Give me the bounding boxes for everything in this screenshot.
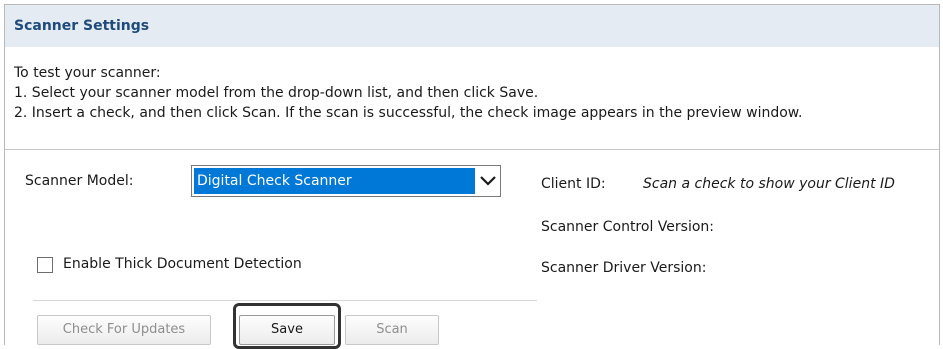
scanner-driver-version-label: Scanner Driver Version:	[541, 260, 707, 276]
panel-title: Scanner Settings	[14, 18, 150, 34]
scanner-control-version-label: Scanner Control Version:	[541, 219, 714, 235]
client-id-value: Scan a check to show your Client ID	[643, 176, 895, 192]
chevron-down-icon[interactable]	[476, 166, 500, 196]
client-id-label: Client ID:	[541, 176, 606, 192]
instructions-step-1: 1. Select your scanner model from the dr…	[14, 85, 539, 101]
buttons-divider	[33, 300, 537, 301]
check-for-updates-button[interactable]: Check For Updates	[37, 315, 211, 345]
section-divider	[5, 149, 939, 150]
thick-document-label: Enable Thick Document Detection	[63, 256, 302, 272]
scan-button[interactable]: Scan	[345, 315, 439, 345]
instructions-step-2: 2. Insert a check, and then click Scan. …	[14, 105, 803, 121]
scanner-model-label: Scanner Model:	[25, 173, 134, 189]
save-button[interactable]: Save	[239, 315, 335, 345]
scanner-settings-panel: Scanner Settings To test your scanner: 1…	[4, 4, 940, 349]
scanner-model-select[interactable]: Digital Check Scanner	[191, 165, 501, 197]
panel-header: Scanner Settings	[5, 5, 939, 47]
thick-document-checkbox[interactable]	[37, 257, 53, 273]
instructions-intro: To test your scanner:	[14, 65, 161, 81]
instructions: To test your scanner: 1. Select your sca…	[14, 63, 802, 123]
scanner-model-selected-value: Digital Check Scanner	[194, 168, 475, 194]
